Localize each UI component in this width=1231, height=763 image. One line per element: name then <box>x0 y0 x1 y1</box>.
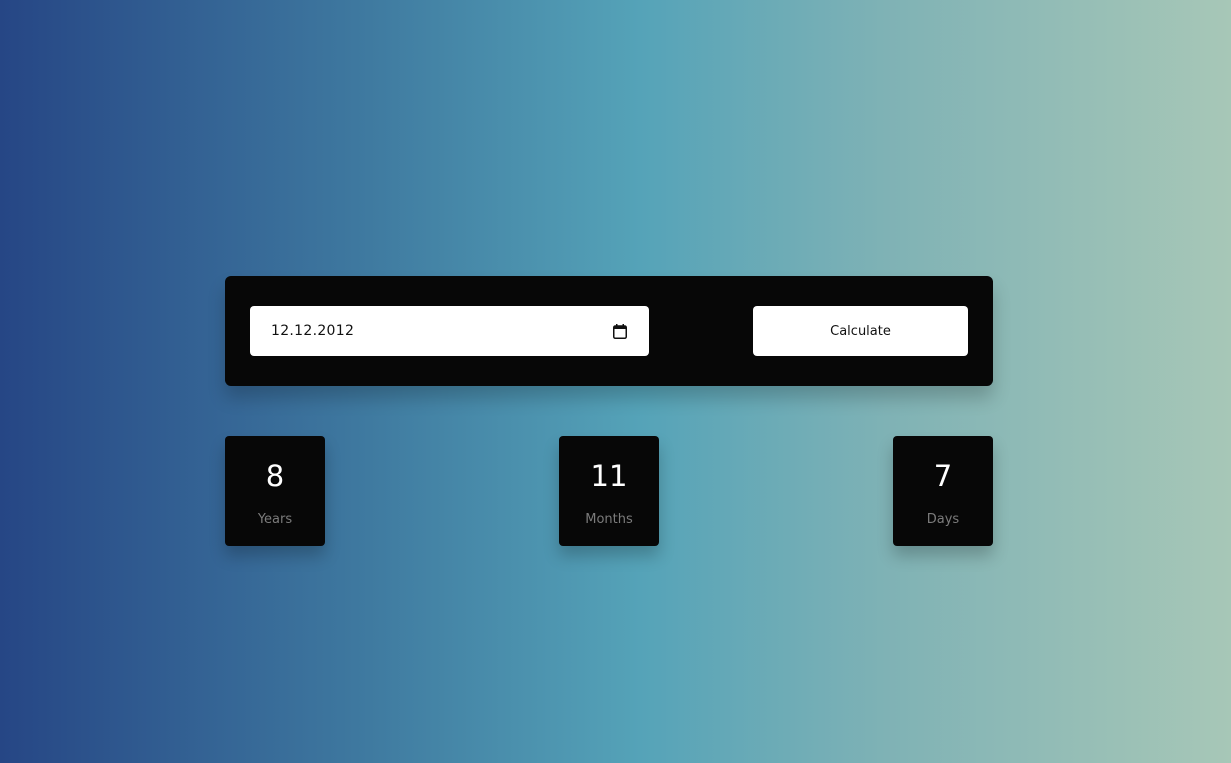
years-box: 8 Years <box>225 436 325 546</box>
date-value: 12.12.2012 <box>271 323 355 339</box>
calendar-icon[interactable] <box>613 323 627 339</box>
years-label: Years <box>257 512 293 527</box>
days-box: 7 Days <box>893 436 993 546</box>
calculate-button[interactable]: Calculate <box>753 306 968 356</box>
date-input[interactable]: 12.12.2012 <box>250 306 649 356</box>
results: 8 Years 11 Months 7 Days <box>225 436 993 546</box>
input-card: 12.12.2012 Calculate <box>225 276 993 386</box>
days-value: 7 <box>933 459 953 493</box>
months-value: 11 <box>590 459 628 493</box>
days-label: Days <box>926 512 960 527</box>
months-label: Months <box>585 512 633 527</box>
years-value: 8 <box>265 459 285 493</box>
months-box: 11 Months <box>559 436 659 546</box>
age-calculator: 12.12.2012 Calculate 8 Years 11 Months 7… <box>225 276 993 546</box>
